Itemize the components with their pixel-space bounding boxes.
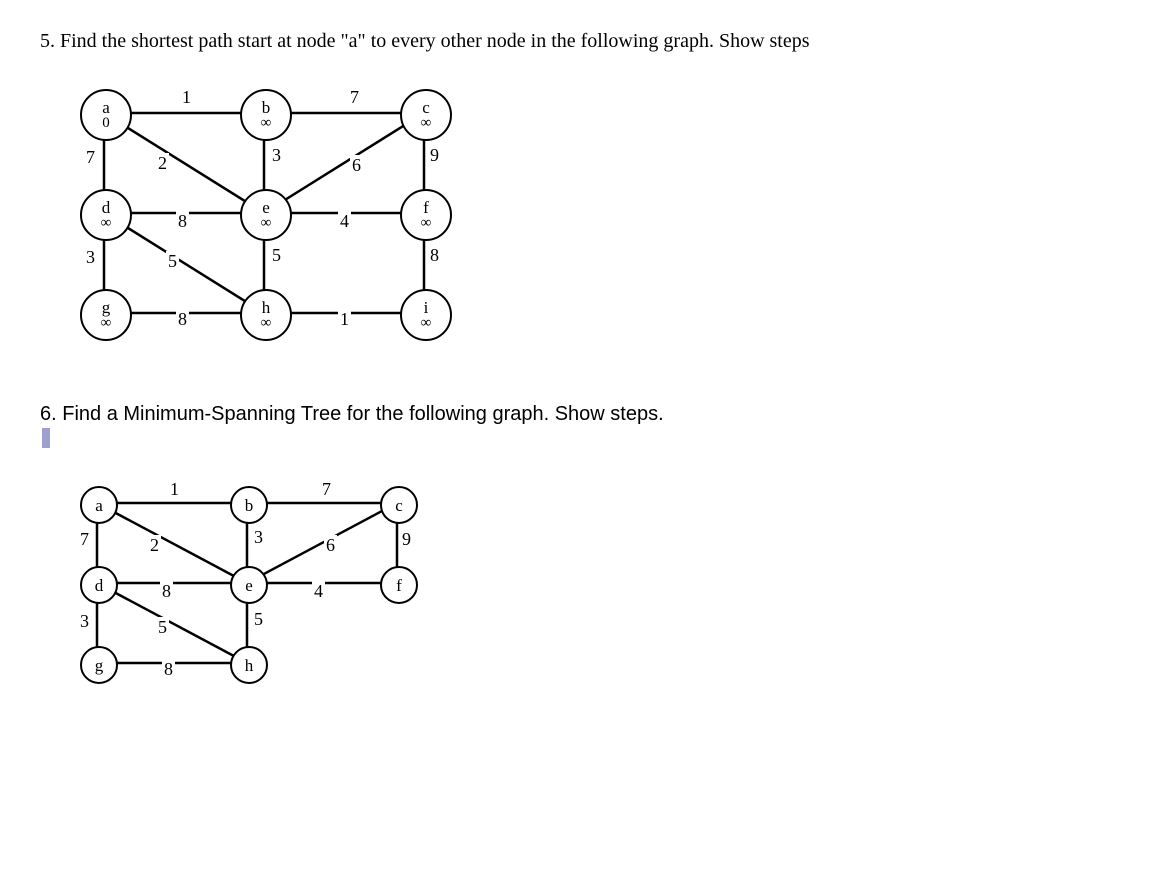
node2-f: f — [380, 566, 418, 604]
edge2-ae: 2 — [148, 535, 161, 556]
edge2-ad: 7 — [78, 529, 91, 550]
node2-d: d — [80, 566, 118, 604]
node-b-label: b — [262, 99, 271, 116]
edge-be: 3 — [270, 145, 283, 166]
edge2-eh: 5 — [252, 609, 265, 630]
node-i-label: i — [424, 299, 429, 316]
edge-dg: 3 — [84, 247, 97, 268]
node2-h: h — [230, 646, 268, 684]
node-i: i ∞ — [400, 289, 452, 341]
node-d-value: ∞ — [101, 216, 112, 231]
node-e: e ∞ — [240, 189, 292, 241]
edge2-cf: 9 — [400, 529, 413, 550]
node-i-value: ∞ — [421, 316, 432, 331]
question-5-text: 5. Find the shortest path start at node … — [40, 30, 810, 52]
node2-h-label: h — [245, 657, 254, 674]
text-cursor — [42, 428, 50, 448]
edge-hi: 1 — [338, 309, 351, 330]
node-h-label: h — [262, 299, 271, 316]
edge-de: 8 — [176, 211, 189, 232]
edge-dh: 5 — [166, 251, 179, 272]
edge-ad: 7 — [84, 147, 97, 168]
node2-g-label: g — [95, 657, 104, 674]
node-f-label: f — [423, 199, 429, 216]
node-c: c ∞ — [400, 89, 452, 141]
question-6: 6. Find a Minimum-Spanning Tree for the … — [40, 403, 1113, 449]
node2-e-label: e — [245, 577, 253, 594]
edge2-dg: 3 — [78, 611, 91, 632]
edge2-de: 8 — [160, 581, 173, 602]
edge-bc: 7 — [348, 87, 361, 108]
graph-q5: a 0 b ∞ c ∞ d ∞ e ∞ f ∞ g ∞ h ∞ i ∞ 1 7 … — [60, 83, 480, 363]
edge2-be: 3 — [252, 527, 265, 548]
node-e-value: ∞ — [261, 216, 272, 231]
node-g-value: ∞ — [101, 316, 112, 331]
node-g-label: g — [102, 299, 111, 316]
node-a-label: a — [102, 99, 110, 116]
node2-a: a — [80, 486, 118, 524]
edge2-dh: 5 — [156, 617, 169, 638]
node2-c: c — [380, 486, 418, 524]
graph-q6: a b c d e f g h 1 7 7 2 3 6 9 8 4 3 5 5 … — [60, 479, 480, 709]
edge2-ab: 1 — [168, 479, 181, 500]
edge2-ef: 4 — [312, 581, 325, 602]
node-h-value: ∞ — [261, 316, 272, 331]
node-a-value: 0 — [102, 116, 110, 131]
node-d: d ∞ — [80, 189, 132, 241]
node2-e: e — [230, 566, 268, 604]
edge-cf: 9 — [428, 145, 441, 166]
node-a: a 0 — [80, 89, 132, 141]
edge-eh: 5 — [270, 245, 283, 266]
node-b-value: ∞ — [261, 116, 272, 131]
node-c-label: c — [422, 99, 430, 116]
node2-f-label: f — [396, 577, 402, 594]
node-b: b ∞ — [240, 89, 292, 141]
edge2-gh: 8 — [162, 659, 175, 680]
node2-d-label: d — [95, 577, 104, 594]
edge-fi: 8 — [428, 245, 441, 266]
node2-c-label: c — [395, 497, 403, 514]
node-e-label: e — [262, 199, 270, 216]
edge-ce: 6 — [350, 155, 363, 176]
node-g: g ∞ — [80, 289, 132, 341]
node-h: h ∞ — [240, 289, 292, 341]
edge-ab: 1 — [180, 87, 193, 108]
graph-q6-edges — [60, 479, 480, 709]
edge-ef: 4 — [338, 211, 351, 232]
edge2-bc: 7 — [320, 479, 333, 500]
node2-b: b — [230, 486, 268, 524]
edge-ae: 2 — [156, 153, 169, 174]
node2-a-label: a — [95, 497, 103, 514]
question-5: 5. Find the shortest path start at node … — [40, 30, 1113, 53]
node-f: f ∞ — [400, 189, 452, 241]
node-d-label: d — [102, 199, 111, 216]
question-6-text: 6. Find a Minimum-Spanning Tree for the … — [40, 403, 664, 425]
node-f-value: ∞ — [421, 216, 432, 231]
node-c-value: ∞ — [421, 116, 432, 131]
node2-g: g — [80, 646, 118, 684]
edge-gh: 8 — [176, 309, 189, 330]
edge2-ce: 6 — [324, 535, 337, 556]
node2-b-label: b — [245, 497, 254, 514]
